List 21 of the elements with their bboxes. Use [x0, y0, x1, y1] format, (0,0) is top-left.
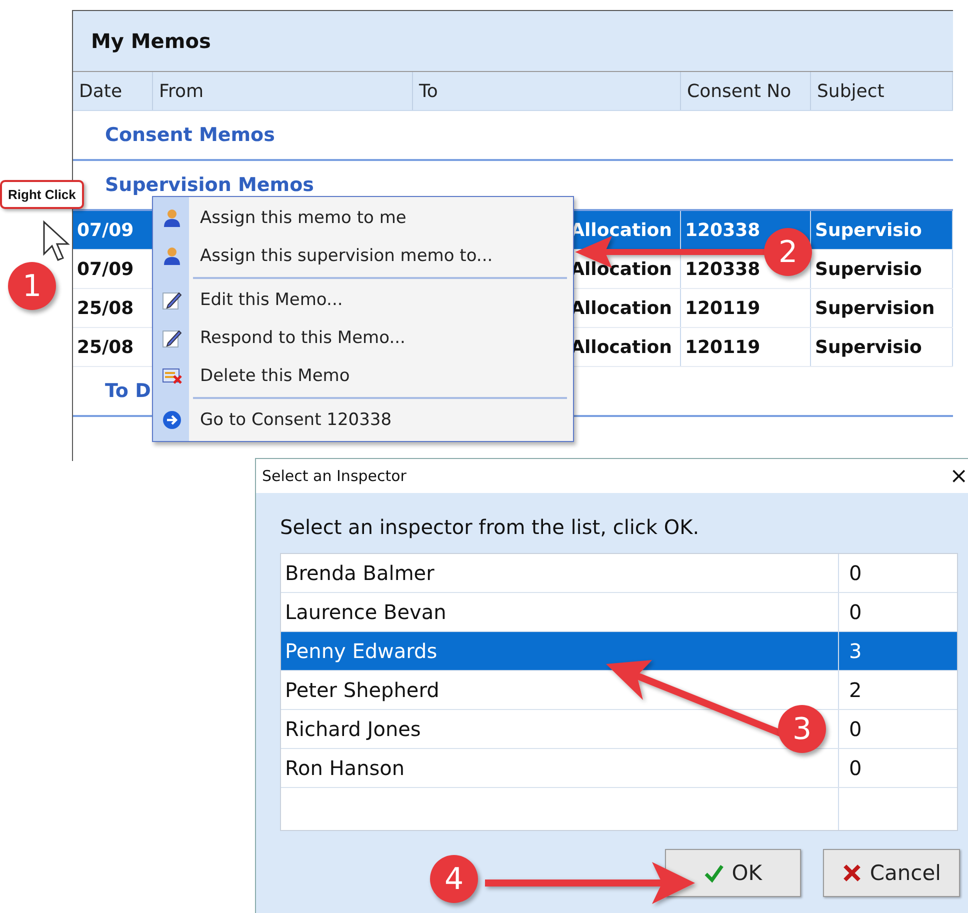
table-cell: Allocation [570, 258, 672, 280]
inspector-name: Brenda Balmer [281, 554, 839, 592]
table-cell: Allocation [570, 298, 672, 318]
memo-count: 0 [848, 716, 863, 743]
memo-count: 3 [848, 638, 863, 665]
table-cell: Allocation [570, 336, 672, 358]
memo-count: 0 [848, 755, 863, 782]
table-cell: 120119 [681, 289, 811, 327]
table-cell: Supervisio [811, 328, 953, 366]
callout-label: Right Click [0, 180, 84, 209]
table-cell: 120119 [681, 328, 811, 366]
dialog-title: Select an Inspector [262, 467, 406, 485]
panel-title: My Memos [73, 11, 953, 72]
memo-count: 0 [848, 599, 863, 626]
memo-count: 2 [848, 677, 863, 704]
table-cell: Allocation [570, 220, 672, 240]
instruction-text: Select an inspector from the list, click OK. [280, 515, 700, 539]
inspector-name: Laurence Bevan [281, 593, 839, 631]
table-cell: Supervision [811, 289, 953, 327]
step-number-badge: 1 [8, 262, 56, 310]
memo-count: 0 [848, 560, 863, 587]
